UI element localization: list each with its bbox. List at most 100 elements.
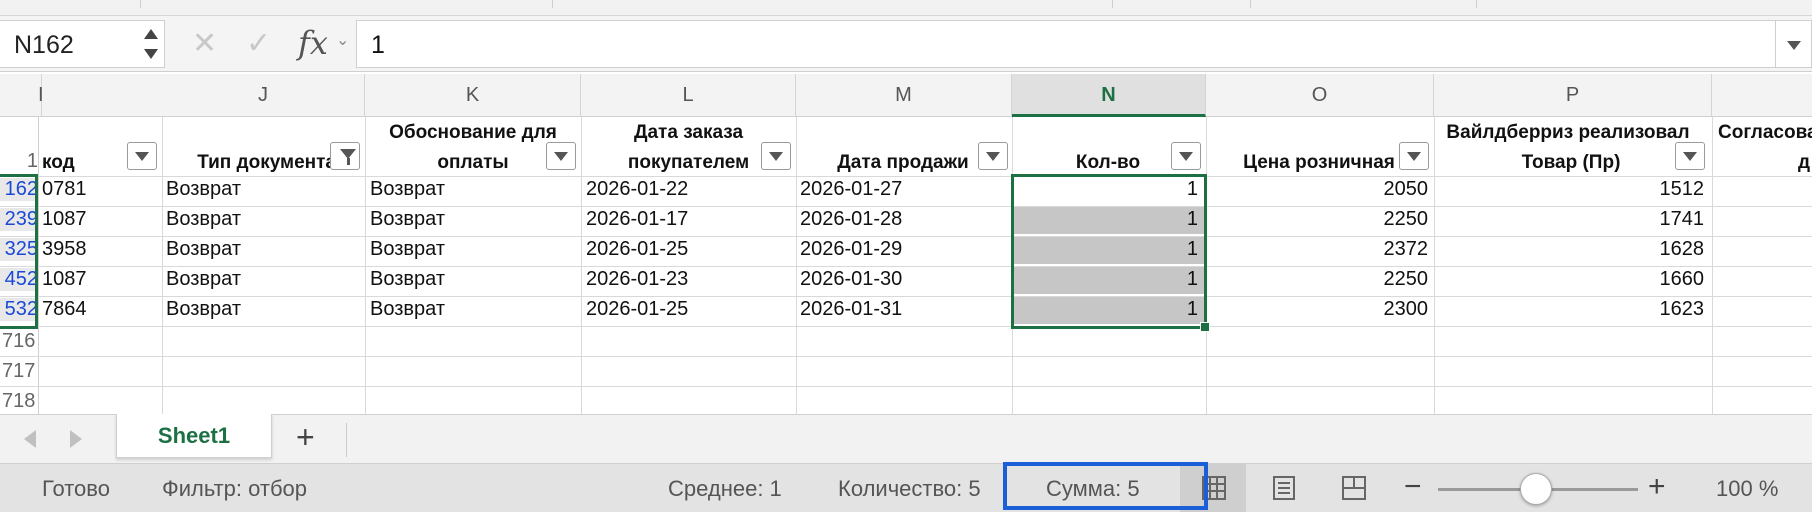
gridline: [0, 236, 1812, 237]
add-sheet-button[interactable]: +: [296, 419, 315, 456]
chevron-down-icon[interactable]: ⌄: [336, 30, 349, 50]
formula-input[interactable]: 1: [356, 20, 1776, 68]
cell-j[interactable]: Возврат: [166, 208, 241, 231]
row-number[interactable]: 1: [0, 150, 38, 173]
cell-m[interactable]: 2026-01-30: [800, 268, 902, 291]
cell-i[interactable]: 1087: [42, 208, 87, 231]
formula-bar: N162 ✕ ✓ fx ⌄ 1: [0, 16, 1812, 72]
zoom-out-button[interactable]: −: [1404, 470, 1422, 504]
row-selection-outline: [0, 174, 38, 329]
cell-l[interactable]: 2026-01-22: [586, 178, 688, 201]
header-i: код: [42, 152, 75, 173]
spin-down-icon[interactable]: [144, 49, 158, 59]
column-header-l[interactable]: L: [581, 74, 796, 117]
enter-icon[interactable]: ✓: [246, 26, 271, 61]
gridline: [0, 266, 1812, 267]
cell-k[interactable]: Возврат: [370, 268, 445, 291]
cell-p[interactable]: 1628: [1438, 238, 1705, 261]
cell-j[interactable]: Возврат: [166, 268, 241, 291]
zoom-in-button[interactable]: +: [1648, 470, 1666, 504]
cell-l[interactable]: 2026-01-25: [586, 298, 688, 321]
filter-button-p[interactable]: [1675, 142, 1705, 170]
header-p-line2: Товар (Пр): [1521, 152, 1621, 173]
formula-expand-button[interactable]: [1776, 20, 1812, 68]
filter-button-l[interactable]: [761, 142, 791, 170]
cell-o[interactable]: 2050: [1210, 178, 1429, 201]
filter-button-n[interactable]: [1171, 142, 1201, 170]
cell-p[interactable]: 1660: [1438, 268, 1705, 291]
divider: [552, 0, 553, 8]
filter-active-button-j[interactable]: [330, 142, 360, 170]
divider: [1476, 0, 1477, 8]
filter-button-m[interactable]: [978, 142, 1008, 170]
column-header-k[interactable]: K: [365, 74, 581, 117]
name-box-value: N162: [14, 31, 74, 59]
page-break-view-icon[interactable]: [1340, 474, 1368, 502]
row-number[interactable]: 717: [0, 360, 40, 383]
cell-o[interactable]: 2300: [1210, 298, 1429, 321]
cell-o[interactable]: 2372: [1210, 238, 1429, 261]
cell-l[interactable]: 2026-01-23: [586, 268, 688, 291]
filter-button-i[interactable]: [127, 142, 157, 170]
column-header-m[interactable]: M: [796, 74, 1012, 117]
status-average[interactable]: Среднее: 1: [668, 476, 782, 502]
divider: [1112, 0, 1113, 8]
cell-l[interactable]: 2026-01-25: [586, 238, 688, 261]
column-header-n[interactable]: N: [1012, 74, 1206, 117]
sheet-tab[interactable]: Sheet1: [116, 414, 272, 458]
header-o: Цена розничная: [1243, 152, 1395, 173]
zoom-slider-handle[interactable]: [1520, 473, 1552, 505]
cell-o[interactable]: 2250: [1210, 208, 1429, 231]
cell-p[interactable]: 1623: [1438, 298, 1705, 321]
cell-j[interactable]: Возврат: [166, 238, 241, 261]
insert-function-icon[interactable]: fx: [298, 24, 328, 62]
spin-up-icon[interactable]: [144, 29, 158, 39]
column-header-i-rest[interactable]: [42, 74, 162, 117]
header-q-line2: д: [1797, 152, 1810, 173]
cell-j[interactable]: Возврат: [166, 178, 241, 201]
filter-button-o[interactable]: [1399, 142, 1429, 170]
cell-m[interactable]: 2026-01-28: [800, 208, 902, 231]
cell-p[interactable]: 1741: [1438, 208, 1705, 231]
header-l-line1: Дата заказа: [633, 122, 744, 143]
header-j: Тип документа: [197, 152, 336, 173]
cell-k[interactable]: Возврат: [370, 238, 445, 261]
sheet-tabs-bar: Sheet1 +: [0, 414, 1812, 464]
gridline: [0, 296, 1812, 297]
cell-i[interactable]: 3958: [42, 238, 87, 261]
cell-j[interactable]: Возврат: [166, 298, 241, 321]
status-ready: Готово: [42, 476, 110, 501]
column-header-q[interactable]: [1712, 74, 1812, 117]
next-sheet-icon[interactable]: [70, 430, 82, 448]
cancel-icon[interactable]: ✕: [192, 26, 217, 61]
cell-k[interactable]: Возврат: [370, 178, 445, 201]
header-m: Дата продажи: [837, 152, 969, 173]
filter-button-k[interactable]: [546, 142, 576, 170]
row-number[interactable]: 716: [0, 330, 40, 353]
page-layout-view-icon[interactable]: [1270, 474, 1298, 502]
selection-outline: [1011, 174, 1207, 329]
column-header-o[interactable]: O: [1206, 74, 1434, 117]
column-header-p[interactable]: P: [1434, 74, 1712, 117]
zoom-level[interactable]: 100 %: [1716, 476, 1778, 502]
gridline: [0, 386, 1812, 387]
gridline: [0, 326, 1812, 327]
cell-i[interactable]: 7864: [42, 298, 87, 321]
prev-sheet-icon[interactable]: [24, 430, 36, 448]
cell-k[interactable]: Возврат: [370, 208, 445, 231]
cell-o[interactable]: 2250: [1210, 268, 1429, 291]
cell-i[interactable]: 1087: [42, 268, 87, 291]
column-header-i[interactable]: I: [0, 74, 44, 117]
column-header-j[interactable]: J: [162, 74, 365, 117]
row-number[interactable]: 718: [0, 390, 40, 412]
cell-l[interactable]: 2026-01-17: [586, 208, 688, 231]
cell-m[interactable]: 2026-01-29: [800, 238, 902, 261]
cell-p[interactable]: 1512: [1438, 178, 1705, 201]
fill-handle[interactable]: [1200, 322, 1210, 332]
cell-k[interactable]: Возврат: [370, 298, 445, 321]
name-box[interactable]: N162: [0, 20, 165, 68]
cell-m[interactable]: 2026-01-27: [800, 178, 902, 201]
cell-m[interactable]: 2026-01-31: [800, 298, 902, 321]
cell-i[interactable]: 0781: [42, 178, 87, 201]
status-count[interactable]: Количество: 5: [838, 476, 981, 502]
